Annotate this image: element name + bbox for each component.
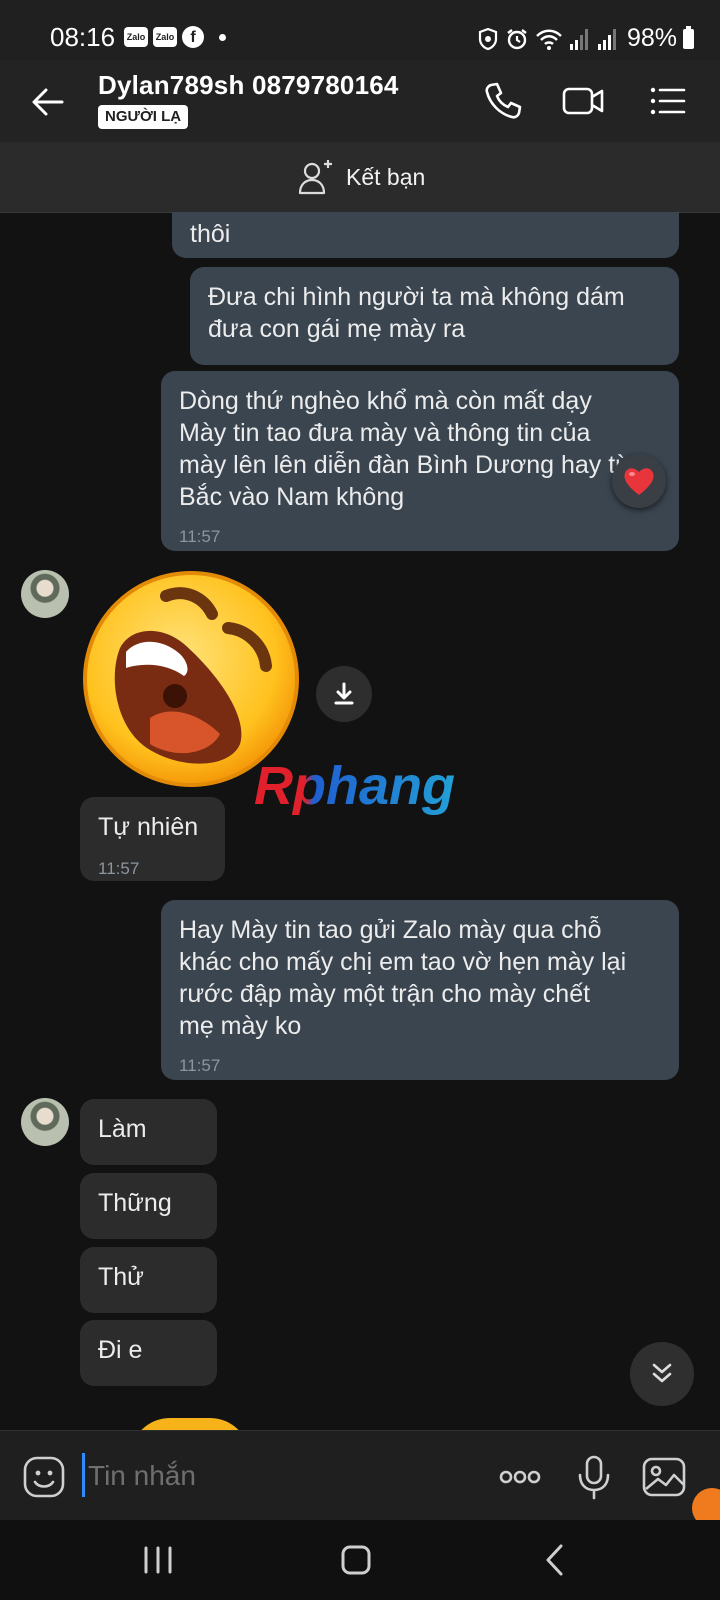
- watermark-logo: Rphang: [254, 756, 455, 816]
- signal-icon: [597, 28, 616, 50]
- back-arrow-icon[interactable]: [26, 80, 70, 124]
- scroll-to-bottom-button[interactable]: [630, 1342, 694, 1406]
- system-navigation-bar: [0, 1520, 720, 1600]
- message-text: thôi: [190, 220, 231, 248]
- outgoing-message[interactable]: Hay Mày tin tao gửi Zalo mày qua chỗ khá…: [161, 900, 679, 1080]
- double-chevron-down-icon: [652, 1363, 672, 1383]
- message-time: 11:57: [179, 1056, 221, 1075]
- status-bar: 08:16 Zalo Zalo f 98%: [0, 0, 720, 60]
- status-indicators: 98%: [477, 24, 694, 53]
- add-friend-bar: Kết bạn: [0, 142, 720, 213]
- download-icon: [334, 682, 354, 705]
- add-friend-label: Kết bạn: [346, 163, 426, 190]
- message-text: Hay Mày tin tao gửi Zalo mày qua chỗ khá…: [179, 916, 627, 1040]
- incoming-message[interactable]: Làm: [80, 1099, 217, 1165]
- microphone-icon[interactable]: [570, 1453, 618, 1501]
- battery-percent: 98%: [626, 24, 677, 52]
- avatar[interactable]: [21, 570, 69, 618]
- message-text: Đưa chi hình người ta mà không dám đưa c…: [208, 283, 625, 343]
- emoji-icon[interactable]: [22, 1455, 66, 1499]
- message-text: Đi e: [98, 1336, 143, 1364]
- zalo-icon: Zalo: [153, 27, 177, 47]
- incoming-message[interactable]: Đi e: [80, 1320, 217, 1386]
- add-friend-button[interactable]: Kết bạn: [296, 156, 425, 198]
- incoming-message[interactable]: Tự nhiên 11:57: [80, 797, 225, 881]
- alarm-icon: [507, 28, 527, 49]
- more-icon[interactable]: [496, 1453, 544, 1501]
- status-time: 08:16: [50, 22, 116, 52]
- signal-icon: [569, 28, 588, 50]
- message-input[interactable]: [86, 1453, 470, 1499]
- watermark-text: Rphang: [254, 756, 455, 816]
- sticker-preview: [130, 1418, 250, 1430]
- incoming-message[interactable]: Thử: [80, 1247, 217, 1313]
- reaction-heart[interactable]: [612, 454, 666, 508]
- message-time: 11:57: [98, 859, 140, 878]
- heart-icon: [624, 468, 654, 495]
- outgoing-message[interactable]: thôi: [172, 212, 679, 258]
- message-text: Thững: [98, 1189, 172, 1217]
- message-composer: [0, 1430, 720, 1521]
- avatar[interactable]: [21, 1098, 69, 1146]
- wifi-icon: [536, 29, 562, 50]
- zalo-icon: Zalo: [124, 27, 148, 47]
- status-app-icons: Zalo Zalo f: [124, 26, 226, 48]
- facebook-icon: f: [182, 26, 204, 48]
- vpn-icon: [478, 27, 498, 50]
- message-text: Thử: [98, 1263, 144, 1291]
- recent-apps-icon[interactable]: [136, 1538, 180, 1582]
- home-icon[interactable]: [334, 1538, 378, 1582]
- message-list[interactable]: thôi Đưa chi hình người ta mà không dám …: [0, 212, 720, 1430]
- phone-icon[interactable]: [480, 78, 526, 124]
- menu-icon[interactable]: [644, 78, 690, 124]
- video-call-icon[interactable]: [560, 78, 606, 124]
- more-notifications-dot: [219, 33, 226, 41]
- message-text: Dòng thứ nghèo khổ mà còn mất dạy Mày ti…: [179, 387, 632, 511]
- image-icon[interactable]: [640, 1453, 688, 1501]
- outgoing-message[interactable]: Dòng thứ nghèo khổ mà còn mất dạy Mày ti…: [161, 371, 679, 551]
- message-text: Tự nhiên: [98, 813, 199, 841]
- message-time: 11:57: [179, 527, 221, 546]
- text-cursor: [82, 1453, 85, 1497]
- outgoing-message[interactable]: Đưa chi hình người ta mà không dám đưa c…: [190, 267, 679, 365]
- incoming-message[interactable]: Thững: [80, 1173, 217, 1239]
- message-text: Làm: [98, 1115, 147, 1143]
- chat-header: Dylan789sh 0879780164 NGƯỜI LẠ: [0, 60, 720, 142]
- stranger-badge: NGƯỜI LẠ: [98, 105, 189, 129]
- download-button[interactable]: [316, 666, 372, 722]
- back-icon[interactable]: [534, 1538, 578, 1582]
- add-user-icon: [298, 160, 332, 195]
- contact-name[interactable]: Dylan789sh 0879780164: [98, 70, 399, 101]
- battery-icon: [683, 25, 694, 49]
